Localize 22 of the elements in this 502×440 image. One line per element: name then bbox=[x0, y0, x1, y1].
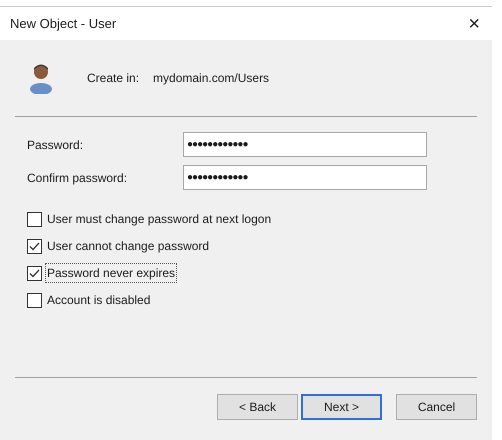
user-icon bbox=[29, 62, 53, 94]
checkbox[interactable] bbox=[27, 266, 42, 280]
field-label: Confirm password: bbox=[27, 170, 128, 186]
checkbox[interactable] bbox=[27, 238, 42, 254]
checkbox-label[interactable]: Account is disabled bbox=[46, 291, 152, 309]
password-field[interactable]: ●●●●●●●●●●●● bbox=[183, 165, 427, 190]
checkbox-label[interactable]: User cannot change password bbox=[46, 237, 210, 255]
password-field[interactable]: ●●●●●●●●●●●● bbox=[183, 132, 427, 157]
field-label: Password: bbox=[27, 136, 84, 154]
check-icon bbox=[29, 268, 40, 278]
create-in-label: Create in: bbox=[87, 70, 140, 87]
create-in-path: mydomain.com/Users bbox=[153, 70, 270, 87]
checkbox[interactable] bbox=[27, 292, 42, 308]
dialog-button[interactable]: Next > bbox=[301, 394, 382, 420]
checkbox-label[interactable]: Password never expires bbox=[46, 264, 176, 282]
checkbox-label[interactable]: User must change password at next logon bbox=[46, 210, 272, 228]
dialog-button[interactable]: < Back bbox=[217, 394, 298, 420]
dialog-button[interactable]: Cancel bbox=[396, 394, 477, 420]
close-button[interactable]: × bbox=[464, 14, 484, 34]
check-icon bbox=[29, 242, 40, 250]
checkbox[interactable] bbox=[27, 212, 42, 226]
window-title: New Object - User bbox=[10, 14, 116, 33]
